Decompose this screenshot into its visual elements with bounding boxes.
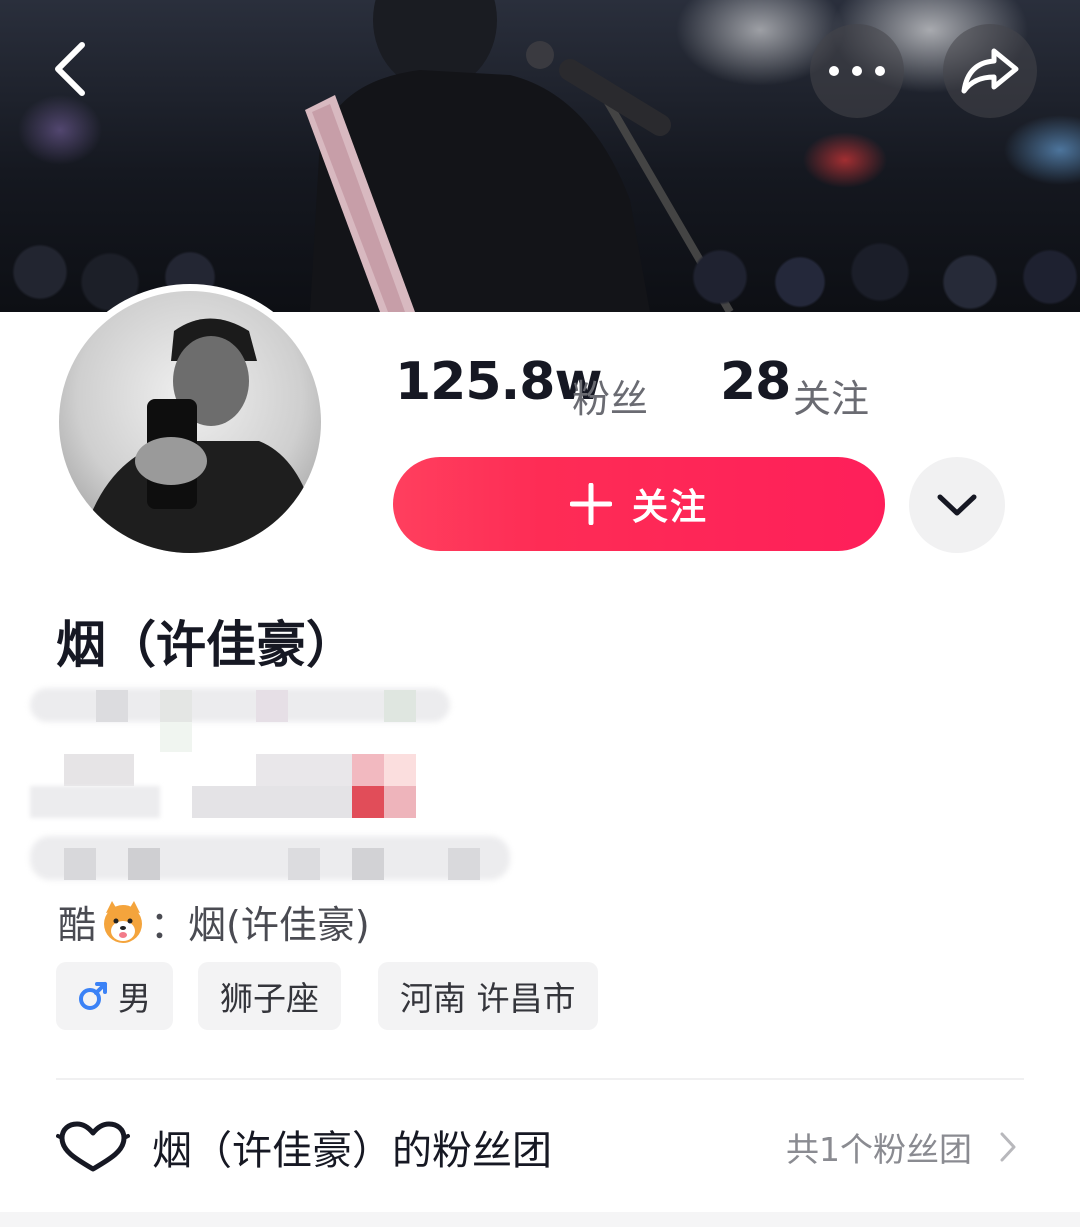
more-options-button[interactable] — [810, 24, 904, 118]
plus-icon — [569, 483, 612, 525]
chevron-left-icon — [55, 42, 85, 96]
cover-photo — [0, 0, 1080, 312]
more-horizontal-icon — [829, 66, 885, 76]
share-button[interactable] — [943, 24, 1037, 118]
bio-suffix: ：烟(许佳豪) — [150, 903, 370, 947]
following-label[interactable]: 关注 — [793, 368, 869, 423]
followers-count[interactable]: 125.8w — [395, 352, 603, 412]
shiba-dog-emoji-icon — [104, 900, 143, 943]
profile-name: 烟（许佳豪） — [56, 616, 356, 674]
back-button[interactable] — [40, 34, 100, 104]
tag-zodiac: 狮子座 — [198, 962, 341, 1030]
bio-line: 酷 ：烟(许佳豪) — [58, 894, 370, 949]
share-arrow-icon — [961, 48, 1019, 94]
fan-club-row[interactable]: 烟（许佳豪）的粉丝团 共1个粉丝团 — [56, 1112, 1024, 1182]
bio-prefix: 酷 — [58, 903, 97, 947]
fan-club-count: 共1个粉丝团 — [786, 1130, 972, 1169]
follow-label: 关注 — [631, 486, 708, 527]
tag-gender-label: 男 — [118, 979, 151, 1018]
heart-outline-icon — [56, 1121, 130, 1172]
followers-label[interactable]: 粉丝 — [572, 368, 648, 423]
fan-club-title: 烟（许佳豪）的粉丝团 — [152, 1128, 552, 1174]
chevron-right-icon — [1000, 1132, 1016, 1162]
tag-location-label: 河南 许昌市 — [400, 979, 576, 1018]
avatar-image — [59, 291, 321, 553]
redacted-mosaic — [30, 688, 520, 888]
recommend-dropdown-button[interactable] — [909, 457, 1005, 553]
tag-location: 河南 许昌市 — [378, 962, 598, 1030]
section-separator — [0, 1212, 1080, 1227]
tag-zodiac-label: 狮子座 — [220, 979, 319, 1018]
following-count[interactable]: 28 — [720, 352, 791, 412]
follow-button[interactable]: 关注 — [393, 457, 885, 551]
avatar[interactable] — [52, 284, 328, 560]
tag-gender: 男 — [56, 962, 173, 1030]
divider — [56, 1078, 1024, 1080]
chevron-down-icon — [937, 494, 977, 516]
male-symbol-icon — [79, 982, 107, 1010]
